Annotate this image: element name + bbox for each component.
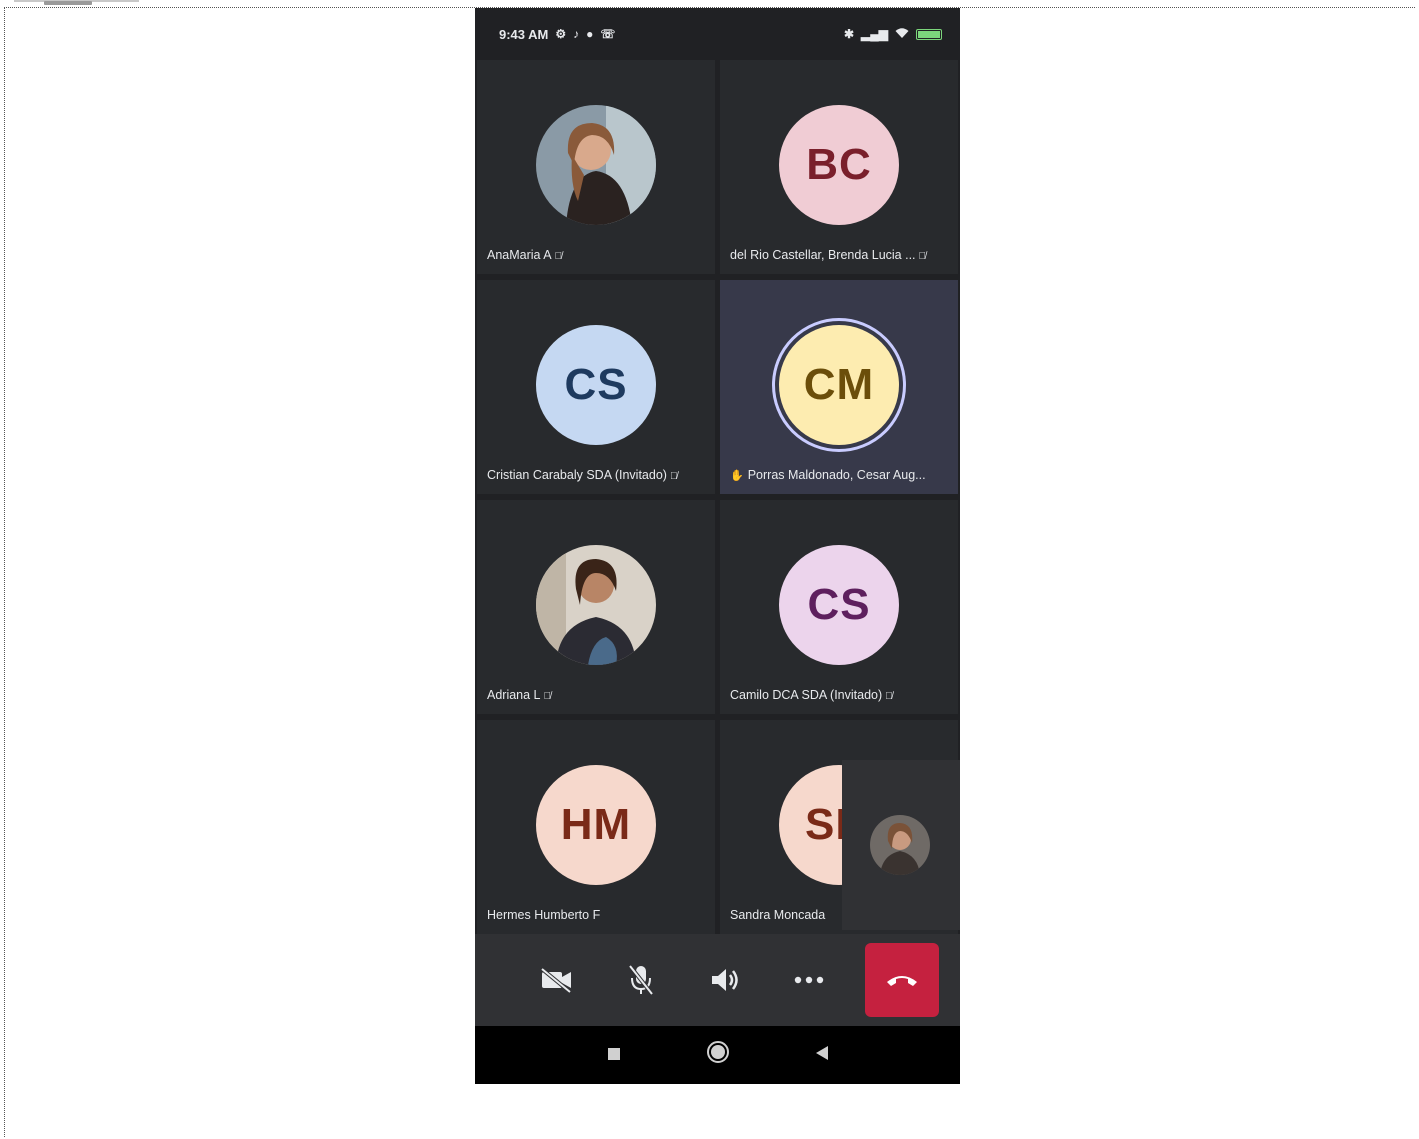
- participant-photo: [536, 105, 656, 225]
- participant-tile[interactable]: BC del Rio Castellar, Brenda Lucia ... 🎙̸: [720, 60, 958, 274]
- participant-name: Hermes Humberto F: [487, 908, 601, 922]
- tiktok-icon: ♪: [573, 27, 580, 41]
- participant-name: AnaMaria A 🎙̸: [487, 248, 563, 262]
- header-logo: [14, 0, 139, 7]
- participant-avatar: HM: [536, 765, 656, 885]
- participant-name: Camilo DCA SDA (Invitado) 🎙̸: [730, 688, 893, 702]
- participant-avatar: BC: [779, 105, 899, 225]
- video-off-icon: [540, 967, 572, 993]
- mic-off-icon: [628, 964, 654, 996]
- home-button[interactable]: [701, 1040, 735, 1070]
- circle-icon: [706, 1041, 729, 1063]
- participant-avatar: CM: [779, 325, 899, 445]
- hangup-icon: [887, 976, 917, 986]
- back-button[interactable]: [805, 1044, 839, 1067]
- mic-off-icon: 🎙̸: [554, 251, 563, 262]
- participant-tile-active-speaker[interactable]: CM ✋ Porras Maldonado, Cesar Aug...: [720, 280, 958, 494]
- mic-toggle-button[interactable]: [609, 948, 673, 1012]
- vibrate-icon: ✱: [843, 27, 855, 41]
- battery-icon: [916, 28, 942, 40]
- wifi-icon: [895, 27, 909, 41]
- speaker-button[interactable]: [693, 948, 757, 1012]
- status-bar: 9:43 AM ⚙ ♪ ● ☏ ✱ ▂▄▆: [475, 8, 960, 60]
- message-icon: ●: [586, 27, 594, 41]
- mic-off-icon: 🎙̸: [669, 471, 678, 482]
- call-controls: [475, 934, 960, 1026]
- participant-photo: [536, 545, 656, 665]
- settings-icon: ⚙: [555, 27, 567, 41]
- participant-name: ✋ Porras Maldonado, Cesar Aug...: [730, 468, 926, 482]
- participant-name: Adriana L 🎙̸: [487, 688, 552, 702]
- android-nav-bar: [475, 1026, 960, 1084]
- participant-tile[interactable]: HM Hermes Humberto F: [477, 720, 715, 934]
- signal-icon: ▂▄▆: [861, 27, 888, 41]
- participant-tile[interactable]: CS Camilo DCA SDA (Invitado) 🎙̸: [720, 500, 958, 714]
- hangup-button[interactable]: [865, 943, 939, 1017]
- camera-toggle-button[interactable]: [525, 948, 589, 1012]
- mic-off-icon: 🎙̸: [918, 251, 927, 262]
- mic-off-icon: 🎙̸: [885, 691, 893, 702]
- status-time: 9:43 AM: [499, 26, 549, 42]
- phone-screenshot: 9:43 AM ⚙ ♪ ● ☏ ✱ ▂▄▆ AnaMaria A 🎙̸ BC d…: [475, 8, 960, 1084]
- participant-avatar: CS: [779, 545, 899, 665]
- more-options-button[interactable]: [777, 948, 841, 1012]
- recents-button[interactable]: [597, 1044, 631, 1067]
- phone-icon: ☏: [600, 27, 616, 41]
- more-icon: [794, 976, 824, 984]
- self-photo: [870, 815, 930, 875]
- speaker-icon: [712, 969, 738, 991]
- mic-off-icon: 🎙̸: [543, 691, 552, 702]
- self-view[interactable]: [842, 760, 960, 930]
- participant-tile[interactable]: AnaMaria A 🎙̸: [477, 60, 715, 274]
- back-triangle-icon: [815, 1045, 828, 1060]
- participant-name: Cristian Carabaly SDA (Invitado) 🎙̸: [487, 468, 678, 482]
- participant-avatar: CS: [536, 325, 656, 445]
- raised-hand-icon: ✋: [730, 470, 744, 482]
- participant-tile[interactable]: Adriana L 🎙̸: [477, 500, 715, 714]
- square-icon: [607, 1047, 620, 1060]
- participant-name: del Rio Castellar, Brenda Lucia ... 🎙̸: [730, 248, 927, 262]
- participant-tile[interactable]: CS Cristian Carabaly SDA (Invitado) 🎙̸: [477, 280, 715, 494]
